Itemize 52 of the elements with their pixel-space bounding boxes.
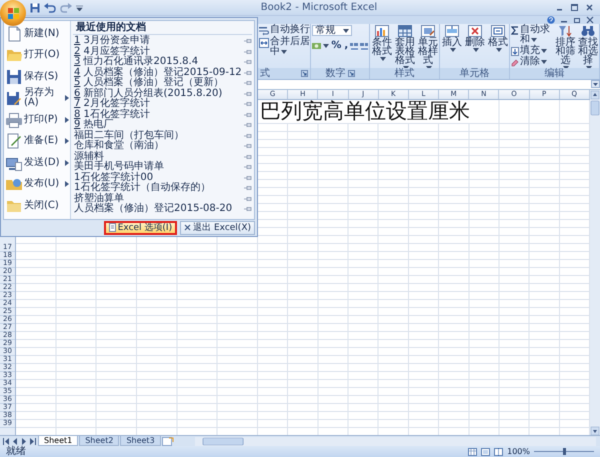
ribbon-button[interactable]: 格式	[487, 25, 510, 52]
sheet-tab[interactable]: Sheet1	[38, 436, 78, 446]
recent-document-item[interactable]: 5 人员档案（修油）登记（更新）	[74, 78, 243, 88]
recent-document-item[interactable]: 1 3月份资金申请	[74, 36, 243, 46]
ribbon-button[interactable]: 自动换行	[259, 25, 310, 36]
zoom-level[interactable]: 100%	[507, 446, 530, 456]
window-title: Book2 - Microsoft Excel	[260, 2, 378, 13]
ribbon-button[interactable]: 插入	[441, 25, 464, 52]
recent-document-item[interactable]: 6 新部门人员分组表(2015.8.20)	[74, 88, 243, 99]
ribbon-button[interactable]: 清除	[511, 57, 554, 67]
group-label: 单元格	[460, 68, 490, 79]
group-label: 数字	[326, 68, 346, 79]
ribbon-button[interactable]: 删除	[464, 25, 486, 52]
number-style-button[interactable]: ,	[343, 41, 350, 51]
menu-item[interactable]: 打开(O)	[4, 44, 70, 66]
recent-document-item[interactable]: 1石化签字统计（自动保存的）	[74, 183, 243, 194]
number-format-dropdown[interactable]: 常规	[312, 25, 352, 36]
recent-document-item[interactable]: 美田手机号码申请单	[74, 162, 243, 172]
group-label: 样式	[394, 68, 415, 79]
recent-document-item[interactable]: 8 1石化签字统计	[74, 110, 243, 120]
recent-document-item[interactable]: 福田二车间（打包车间）	[74, 130, 243, 141]
recent-document-item[interactable]: 9 热电厂	[74, 120, 243, 130]
recent-document-item[interactable]: 挤塑油算单	[74, 194, 243, 204]
menu-button[interactable]: 退出 Excel(X)	[180, 220, 255, 234]
recent-documents-heading: 最近使用的文档	[73, 22, 252, 35]
recent-document-item[interactable]: 3 恒力石化通讯录2015.8.4	[74, 57, 243, 68]
menu-item[interactable]: 准备(E)	[4, 130, 70, 152]
recent-document-item[interactable]: 源辅料	[74, 152, 243, 162]
recent-document-item[interactable]: 2 4月应签字统计	[74, 46, 243, 57]
recent-document-item[interactable]: 7 2月化签字统计	[74, 99, 243, 110]
group-label: 式	[260, 68, 270, 79]
menu-item[interactable]: 新建(N)	[4, 23, 70, 44]
menu-item[interactable]: 保存(S)	[4, 66, 70, 88]
menu-item[interactable]: 打印(P)	[4, 109, 70, 130]
ribbon-button[interactable]: 自动求和	[511, 25, 554, 45]
menu-item[interactable]: 另存为(A)	[4, 88, 70, 109]
menu-button[interactable]: Excel 选项(I)	[104, 220, 178, 234]
sheet-tab[interactable]: Sheet3	[120, 436, 161, 446]
status-text: 就绪	[6, 446, 26, 457]
recent-document-item[interactable]: 1石化签字统计00	[74, 172, 243, 183]
sheet-tab[interactable]: Sheet2	[79, 436, 120, 446]
recent-document-item[interactable]: 人员档案（修油）登记2015-08-20	[74, 204, 243, 214]
recent-document-item[interactable]: 4 人员档案（修油）登记2015-09-12	[74, 68, 243, 78]
ribbon-button[interactable]: 合并后居中	[259, 37, 310, 57]
group-label: 编辑	[544, 68, 565, 79]
menu-item[interactable]: 关闭(C)	[4, 195, 70, 216]
number-style-button[interactable]: %	[330, 41, 342, 51]
menu-item[interactable]: 发送(D)	[4, 152, 70, 174]
ribbon-button[interactable]: 条件格式	[371, 25, 394, 61]
recent-document-item[interactable]: 仓库和食堂（南油）	[74, 141, 243, 152]
ribbon-button[interactable]: 填充	[511, 46, 554, 56]
menu-item[interactable]: 发布(U)	[4, 174, 70, 195]
